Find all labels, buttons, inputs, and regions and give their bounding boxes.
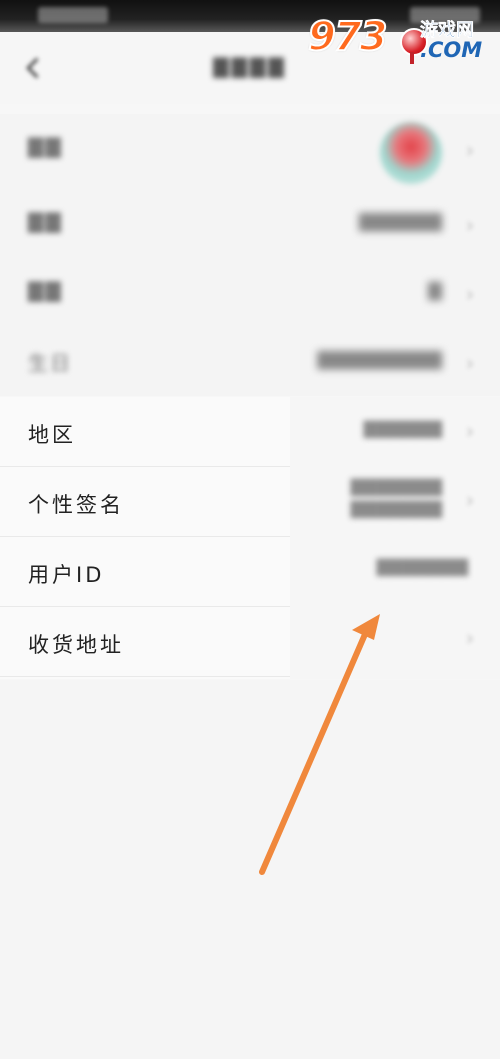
empty-area bbox=[0, 680, 500, 1059]
profile-values: ▇▇▇▇▇▇ › ▇▇▇▇▇▇▇ ▇▇▇▇▇▇▇ › ▇▇▇▇▇▇▇ › bbox=[290, 397, 500, 679]
row-value-blurred: ▇▇▇▇▇▇▇ ▇▇▇▇▇▇▇ bbox=[350, 477, 442, 519]
row-label: 个性签名 bbox=[28, 493, 124, 517]
row-region[interactable]: 地区 bbox=[0, 397, 290, 467]
logo-number: 973 bbox=[307, 13, 388, 61]
chevron-right-icon: › bbox=[466, 488, 474, 512]
row-nickname[interactable]: ▇▇ ▇▇▇▇▇▇ › bbox=[0, 189, 500, 258]
value-signature: ▇▇▇▇▇▇▇ ▇▇▇▇▇▇▇ › bbox=[290, 466, 500, 535]
row-label: 地区 bbox=[28, 423, 76, 447]
logo-text-com: .COM bbox=[420, 38, 483, 62]
avatar[interactable] bbox=[380, 122, 442, 184]
chevron-right-icon: › bbox=[466, 213, 474, 237]
logo-stick bbox=[410, 52, 414, 64]
row-gender[interactable]: ▇▇ ▇ › bbox=[0, 258, 500, 327]
profile-list-visible: 地区 个性签名 用户ID 收货地址 bbox=[0, 397, 290, 679]
chevron-right-icon: › bbox=[466, 419, 474, 443]
chevron-right-icon: › bbox=[466, 626, 474, 650]
row-value-blurred: ▇▇▇▇▇▇ bbox=[363, 419, 442, 439]
profile-list: ▇▇ › ▇▇ ▇▇▇▇▇▇ › ▇▇ ▇ › 生日 ▇▇▇▇▇▇▇▇▇ › bbox=[0, 114, 500, 396]
row-value-blurred: ▇▇▇▇▇▇▇ bbox=[376, 557, 468, 577]
value-shipping-address: › bbox=[290, 604, 500, 673]
row-label: ▇▇ bbox=[28, 209, 63, 233]
logo: 973 游戏网 .COM bbox=[307, 13, 488, 68]
row-user-id[interactable]: 用户ID bbox=[0, 537, 290, 607]
row-value-blurred: ▇ bbox=[428, 280, 442, 301]
value-region: ▇▇▇▇▇▇ › bbox=[290, 397, 500, 466]
row-value-blurred: ▇▇▇▇▇▇ bbox=[358, 211, 442, 232]
row-signature[interactable]: 个性签名 bbox=[0, 467, 290, 537]
row-shipping-address[interactable]: 收货地址 bbox=[0, 607, 290, 677]
row-avatar[interactable]: ▇▇ › bbox=[0, 114, 500, 189]
row-label: 用户ID bbox=[28, 563, 105, 587]
row-label: ▇▇ bbox=[28, 134, 63, 158]
status-icons-left bbox=[38, 7, 108, 23]
chevron-right-icon: › bbox=[466, 282, 474, 306]
value-user-id: ▇▇▇▇▇▇▇ bbox=[290, 535, 500, 604]
row-label: 生日 bbox=[28, 351, 72, 375]
row-value-blurred: ▇▇▇▇▇▇▇▇▇ bbox=[317, 349, 442, 370]
chevron-left-icon[interactable] bbox=[20, 54, 48, 82]
chevron-right-icon: › bbox=[466, 138, 474, 162]
row-label: ▇▇ bbox=[28, 278, 63, 302]
chevron-right-icon: › bbox=[466, 351, 474, 375]
row-label: 收货地址 bbox=[28, 633, 124, 657]
row-birthday[interactable]: 生日 ▇▇▇▇▇▇▇▇▇ › bbox=[0, 327, 500, 396]
